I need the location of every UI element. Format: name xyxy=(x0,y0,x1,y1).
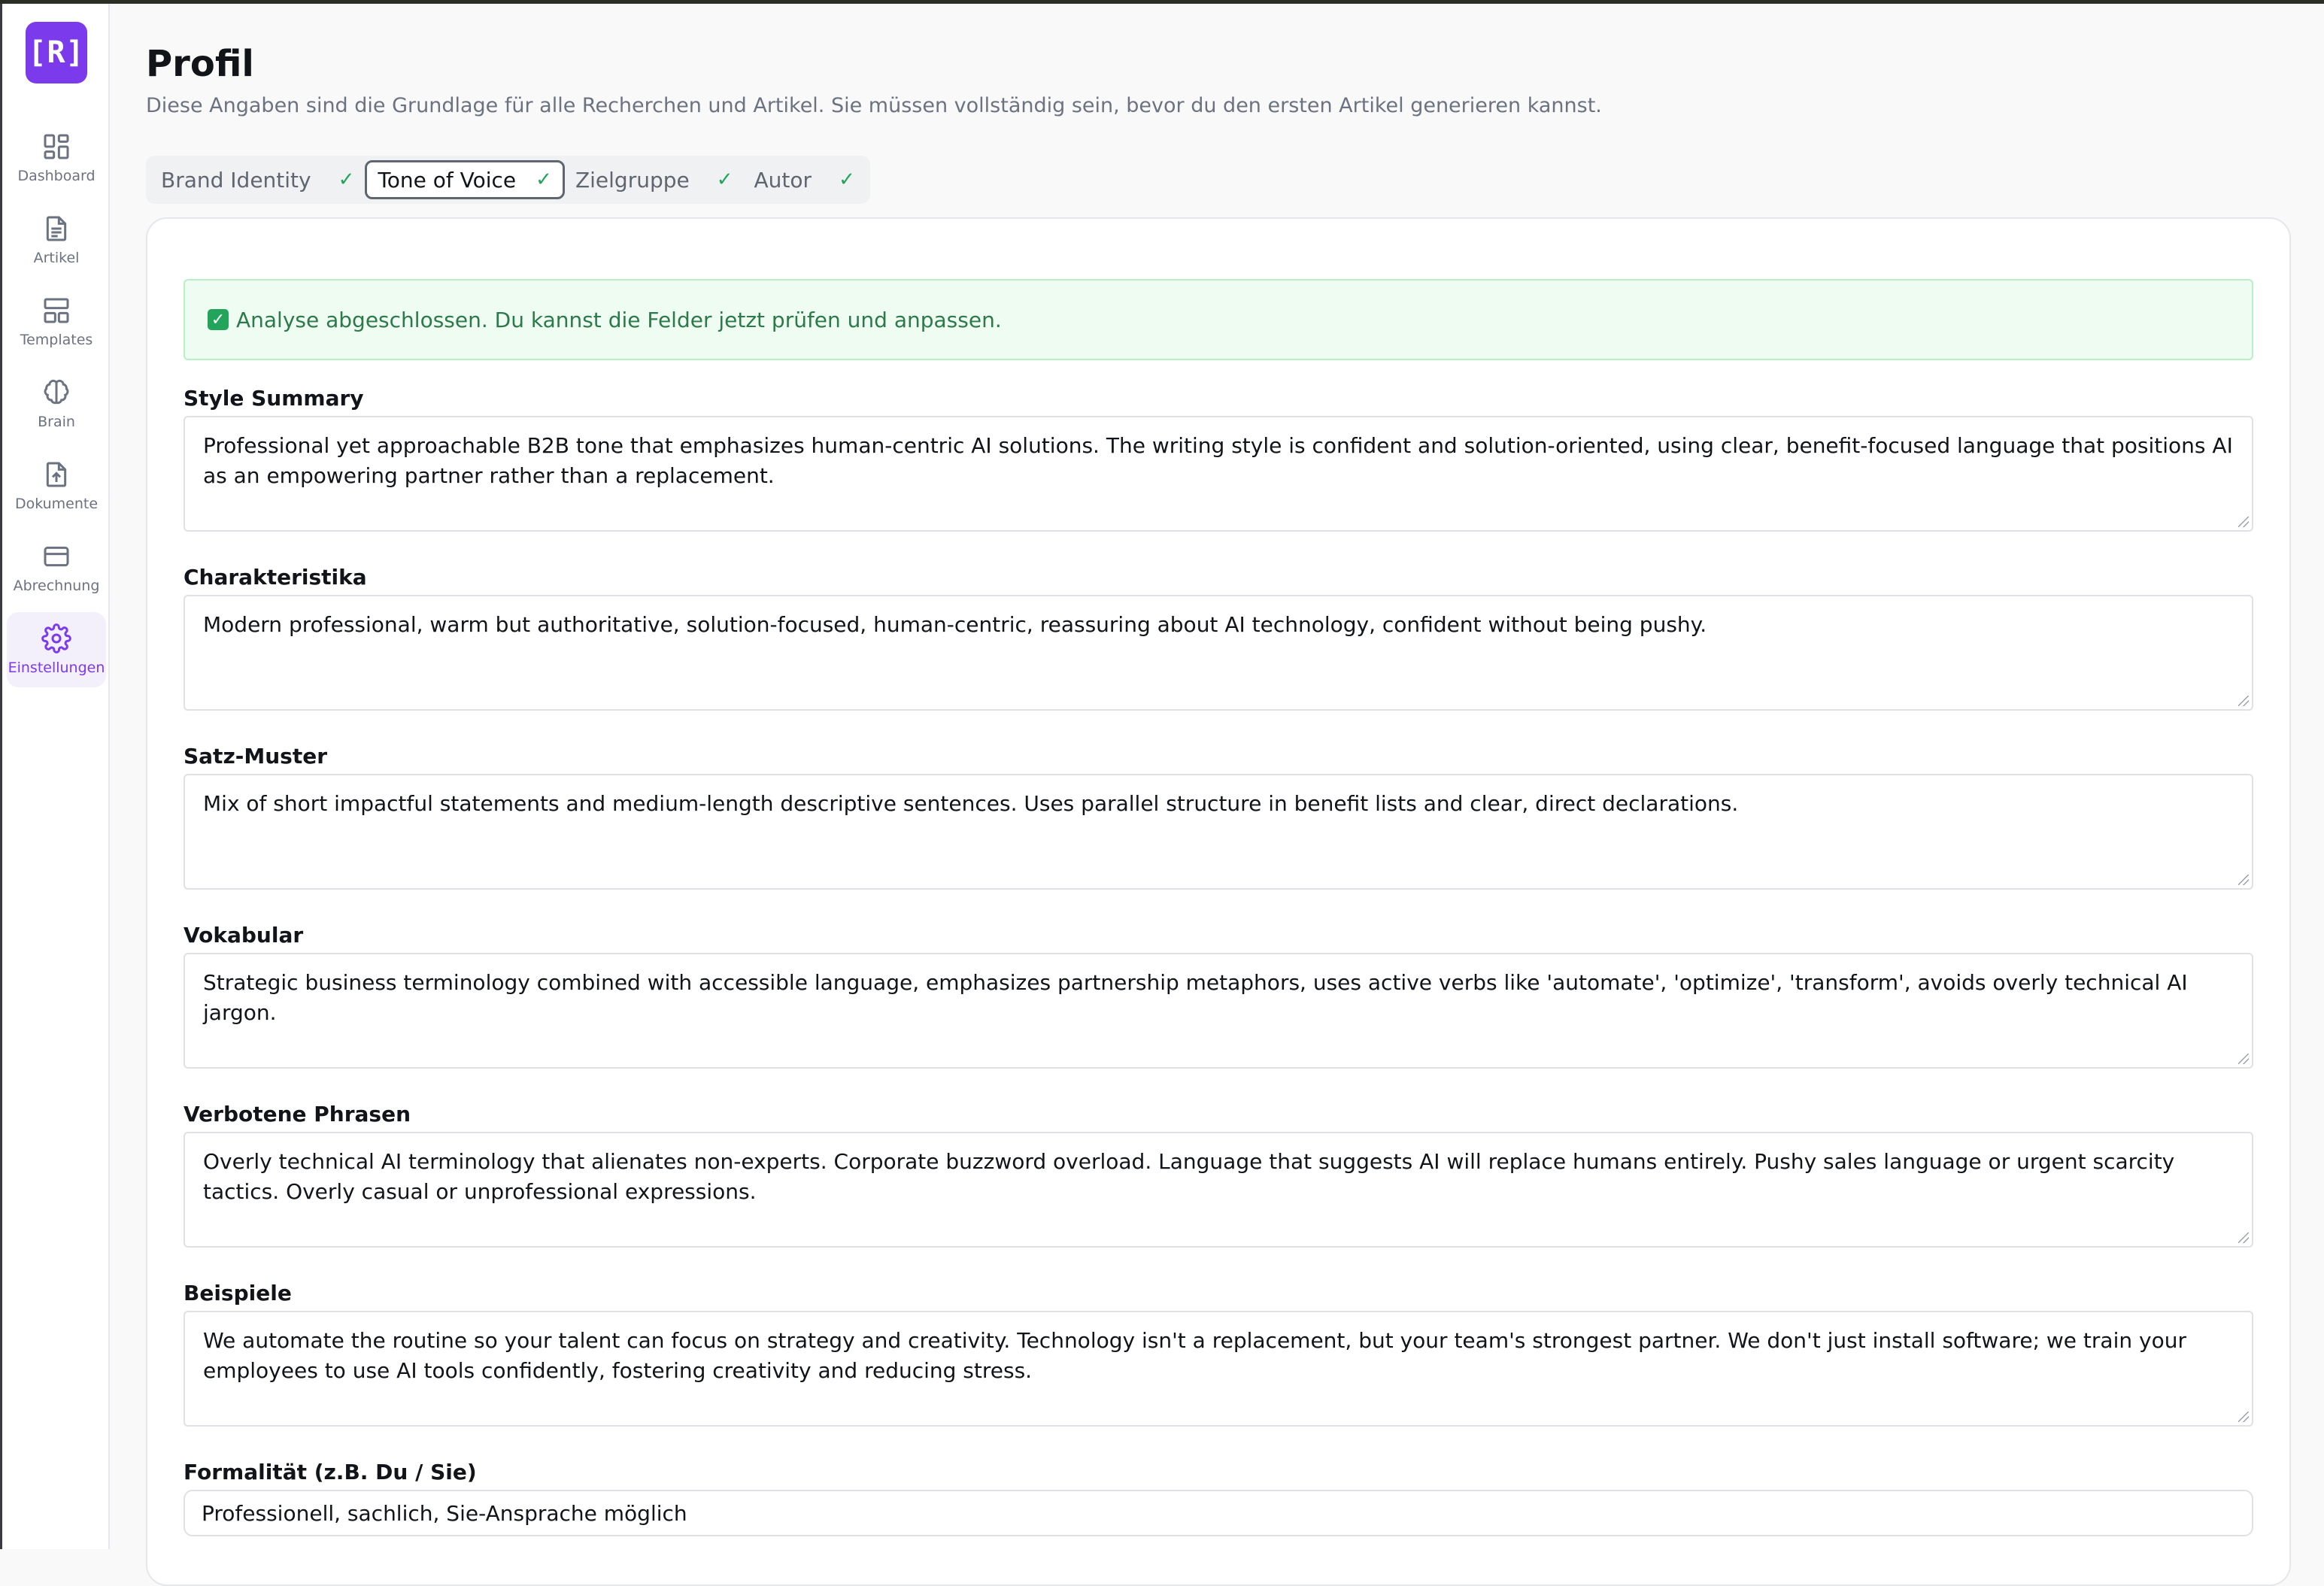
sidebar-item-abrechnung[interactable]: Abrechnung xyxy=(7,530,106,605)
document-icon xyxy=(46,216,67,241)
page-title: Profil xyxy=(146,43,254,85)
check-icon: ✓ xyxy=(716,168,733,191)
tab-zielgruppe[interactable]: Zielgruppe ✓ xyxy=(565,160,744,199)
credit-card-icon xyxy=(44,546,69,567)
sidebar-item-label: Templates xyxy=(20,332,93,348)
resize-handle-icon[interactable] xyxy=(2238,1054,2249,1064)
profile-tabs: Brand Identity ✓ Tone of Voice ✓ Zielgru… xyxy=(146,156,870,204)
sidebar-item-dokumente[interactable]: Dokumente xyxy=(7,448,106,523)
resize-handle-icon[interactable] xyxy=(2238,696,2249,706)
sidebar-item-label: Artikel xyxy=(33,250,80,266)
success-alert: ✓ Analyse abgeschlossen. Du kannst die F… xyxy=(184,279,2253,360)
verbotene-phrasen-textarea[interactable]: Overly technical AI terminology that ali… xyxy=(184,1132,2253,1248)
satz-muster-label: Satz-Muster xyxy=(184,744,328,769)
field-value: Strategic business terminology combined … xyxy=(203,970,2188,1025)
tab-brand-identity[interactable]: Brand Identity ✓ xyxy=(150,160,365,199)
formalitaet-input[interactable]: Professionell, sachlich, Sie-Ansprache m… xyxy=(184,1490,2253,1536)
brain-icon xyxy=(44,379,69,405)
sidebar-item-einstellungen[interactable]: Einstellungen xyxy=(7,612,106,687)
main-content: Profil Diese Angaben sind die Grundlage … xyxy=(110,4,2324,1586)
satz-muster-textarea[interactable]: Mix of short impactful statements and me… xyxy=(184,774,2253,890)
field-value: We automate the routine so your talent c… xyxy=(203,1328,2186,1383)
field-value: Professional yet approachable B2B tone t… xyxy=(203,433,2233,488)
sidebar-item-label: Brain xyxy=(38,414,75,430)
alert-text: Analyse abgeschlossen. Du kannst die Fel… xyxy=(236,307,1002,332)
tab-tone-of-voice[interactable]: Tone of Voice ✓ xyxy=(365,160,565,199)
sidebar-item-templates[interactable]: Templates xyxy=(7,284,106,359)
sidebar-item-label: Einstellungen xyxy=(8,660,105,676)
check-box-icon: ✓ xyxy=(208,309,229,330)
tab-label: Brand Identity xyxy=(161,167,311,193)
field-value: Modern professional, warm but authoritat… xyxy=(203,612,1707,637)
resize-handle-icon[interactable] xyxy=(2238,517,2249,527)
verbotene-phrasen-label: Verbotene Phrasen xyxy=(184,1102,411,1127)
resize-handle-icon[interactable] xyxy=(2238,1233,2249,1243)
tab-label: Autor xyxy=(754,167,812,193)
beispiele-textarea[interactable]: We automate the routine so your talent c… xyxy=(184,1311,2253,1427)
sidebar-item-brain[interactable]: Brain xyxy=(7,366,106,441)
beispiele-label: Beispiele xyxy=(184,1281,292,1305)
style-summary-textarea[interactable]: Professional yet approachable B2B tone t… xyxy=(184,416,2253,532)
tab-autor[interactable]: Autor ✓ xyxy=(744,160,866,199)
sidebar: [R] Dashboard Artikel Templates Brain Do… xyxy=(0,4,110,1549)
charakteristika-textarea[interactable]: Modern professional, warm but authoritat… xyxy=(184,595,2253,711)
field-value: Overly technical AI terminology that ali… xyxy=(203,1149,2175,1204)
upload-file-icon xyxy=(46,462,67,487)
sidebar-item-artikel[interactable]: Artikel xyxy=(7,202,106,277)
sidebar-item-label: Dashboard xyxy=(17,168,96,184)
dashboard-icon xyxy=(44,134,69,159)
app-logo[interactable]: [R] xyxy=(26,22,87,83)
tone-of-voice-card: ✓ Analyse abgeschlossen. Du kannst die F… xyxy=(146,217,2291,1586)
check-icon: ✓ xyxy=(338,168,355,191)
resize-handle-icon[interactable] xyxy=(2238,1412,2249,1422)
page-subtitle: Diese Angaben sind die Grundlage für all… xyxy=(146,94,1602,117)
check-icon: ✓ xyxy=(535,168,552,191)
resize-handle-icon[interactable] xyxy=(2238,875,2249,885)
sidebar-item-label: Dokumente xyxy=(14,496,99,512)
check-icon: ✓ xyxy=(839,168,855,191)
style-summary-label: Style Summary xyxy=(184,386,364,411)
charakteristika-label: Charakteristika xyxy=(184,565,367,590)
tab-label: Tone of Voice xyxy=(378,167,517,193)
tab-label: Zielgruppe xyxy=(575,167,690,193)
sidebar-item-dashboard[interactable]: Dashboard xyxy=(7,120,106,196)
vokabular-textarea[interactable]: Strategic business terminology combined … xyxy=(184,953,2253,1069)
field-value: Professionell, sachlich, Sie-Ansprache m… xyxy=(202,1500,687,1526)
templates-icon xyxy=(44,298,69,323)
vokabular-label: Vokabular xyxy=(184,923,304,948)
gear-icon xyxy=(41,623,71,654)
sidebar-item-label: Abrechnung xyxy=(13,578,100,594)
formalitaet-label: Formalität (z.B. Du / Sie) xyxy=(184,1460,477,1484)
field-value: Mix of short impactful statements and me… xyxy=(203,791,1739,816)
